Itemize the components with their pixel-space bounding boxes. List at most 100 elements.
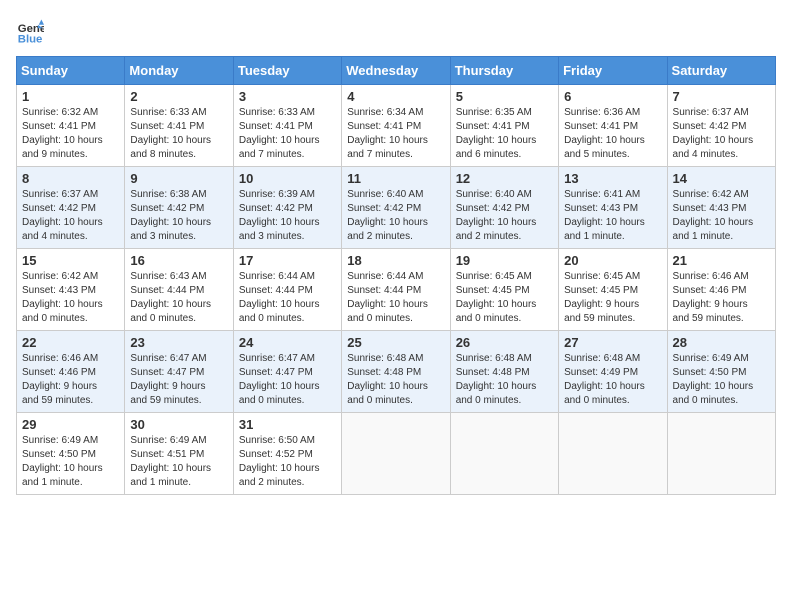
calendar-cell bbox=[559, 413, 667, 495]
day-info: Sunrise: 6:47 AM Sunset: 4:47 PM Dayligh… bbox=[130, 352, 227, 408]
day-info: Sunrise: 6:37 AM Sunset: 4:42 PM Dayligh… bbox=[673, 106, 770, 162]
calendar-cell: 30 Sunrise: 6:49 AM Sunset: 4:51 PM Dayli… bbox=[125, 413, 233, 495]
day-info: Sunrise: 6:46 AM Sunset: 4:46 PM Dayligh… bbox=[673, 270, 770, 326]
day-number: 28 bbox=[673, 335, 770, 350]
day-number: 11 bbox=[347, 171, 444, 186]
calendar-cell: 24 Sunrise: 6:47 AM Sunset: 4:47 PM Dayli… bbox=[233, 331, 341, 413]
day-number: 25 bbox=[347, 335, 444, 350]
day-header-friday: Friday bbox=[559, 57, 667, 85]
day-info: Sunrise: 6:49 AM Sunset: 4:51 PM Dayligh… bbox=[130, 434, 227, 490]
calendar-cell: 9Sunrise: 6:38 AM Sunset: 4:42 PM Daylig… bbox=[125, 167, 233, 249]
day-info: Sunrise: 6:45 AM Sunset: 4:45 PM Dayligh… bbox=[564, 270, 661, 326]
day-number: 19 bbox=[456, 253, 553, 268]
day-info: Sunrise: 6:33 AM Sunset: 4:41 PM Dayligh… bbox=[239, 106, 336, 162]
calendar-cell: 19 Sunrise: 6:45 AM Sunset: 4:45 PM Dayli… bbox=[450, 249, 558, 331]
day-info: Sunrise: 6:47 AM Sunset: 4:47 PM Dayligh… bbox=[239, 352, 336, 408]
calendar-week-2: 8 Sunrise: 6:37 AM Sunset: 4:42 PM Daylig… bbox=[17, 167, 776, 249]
day-number: 24 bbox=[239, 335, 336, 350]
day-header-saturday: Saturday bbox=[667, 57, 775, 85]
day-info: Sunrise: 6:36 AM Sunset: 4:41 PM Dayligh… bbox=[564, 106, 661, 162]
calendar-cell: 17 Sunrise: 6:44 AM Sunset: 4:44 PM Dayli… bbox=[233, 249, 341, 331]
day-info: Sunrise: 6:44 AM Sunset: 4:44 PM Dayligh… bbox=[239, 270, 336, 326]
day-number: 15 bbox=[22, 253, 119, 268]
day-info: Sunrise: 6:48 AM Sunset: 4:48 PM Dayligh… bbox=[347, 352, 444, 408]
calendar-cell: 22Sunrise: 6:46 AM Sunset: 4:46 PM Dayli… bbox=[17, 331, 125, 413]
day-header-thursday: Thursday bbox=[450, 57, 558, 85]
day-info: Sunrise: 6:39 AM Sunset: 4:42 PM Dayligh… bbox=[239, 188, 336, 244]
calendar-cell: 29 Sunrise: 6:49 AM Sunset: 4:50 PM Dayli… bbox=[17, 413, 125, 495]
day-info: Sunrise: 6:40 AM Sunset: 4:42 PM Dayligh… bbox=[347, 188, 444, 244]
day-number: 10 bbox=[239, 171, 336, 186]
calendar-body: 1 Sunrise: 6:32 AM Sunset: 4:41 PM Daylig… bbox=[17, 85, 776, 495]
calendar-cell: 8 Sunrise: 6:37 AM Sunset: 4:42 PM Daylig… bbox=[17, 167, 125, 249]
calendar-cell: 18 Sunrise: 6:44 AM Sunset: 4:44 PM Dayli… bbox=[342, 249, 450, 331]
logo: General Blue bbox=[16, 16, 48, 44]
day-number: 5 bbox=[456, 89, 553, 104]
day-number: 2 bbox=[130, 89, 227, 104]
day-number: 31 bbox=[239, 417, 336, 432]
calendar-cell: 14Sunrise: 6:42 AM Sunset: 4:43 PM Dayli… bbox=[667, 167, 775, 249]
calendar-cell: 28 Sunrise: 6:49 AM Sunset: 4:50 PM Dayli… bbox=[667, 331, 775, 413]
calendar-cell bbox=[450, 413, 558, 495]
day-header-monday: Monday bbox=[125, 57, 233, 85]
day-header-sunday: Sunday bbox=[17, 57, 125, 85]
day-info: Sunrise: 6:35 AM Sunset: 4:41 PM Dayligh… bbox=[456, 106, 553, 162]
calendar-cell: 25 Sunrise: 6:48 AM Sunset: 4:48 PM Dayli… bbox=[342, 331, 450, 413]
day-number: 12 bbox=[456, 171, 553, 186]
calendar-cell: 13Sunrise: 6:41 AM Sunset: 4:43 PM Dayli… bbox=[559, 167, 667, 249]
day-info: Sunrise: 6:44 AM Sunset: 4:44 PM Dayligh… bbox=[347, 270, 444, 326]
calendar-cell: 11 Sunrise: 6:40 AM Sunset: 4:42 PM Dayli… bbox=[342, 167, 450, 249]
calendar-cell: 7Sunrise: 6:37 AM Sunset: 4:42 PM Daylig… bbox=[667, 85, 775, 167]
day-number: 18 bbox=[347, 253, 444, 268]
day-info: Sunrise: 6:50 AM Sunset: 4:52 PM Dayligh… bbox=[239, 434, 336, 490]
day-info: Sunrise: 6:45 AM Sunset: 4:45 PM Dayligh… bbox=[456, 270, 553, 326]
calendar-cell: 26 Sunrise: 6:48 AM Sunset: 4:48 PM Dayli… bbox=[450, 331, 558, 413]
day-info: Sunrise: 6:42 AM Sunset: 4:43 PM Dayligh… bbox=[673, 188, 770, 244]
day-info: Sunrise: 6:48 AM Sunset: 4:48 PM Dayligh… bbox=[456, 352, 553, 408]
calendar-cell: 16 Sunrise: 6:43 AM Sunset: 4:44 PM Dayli… bbox=[125, 249, 233, 331]
calendar-cell: 6 Sunrise: 6:36 AM Sunset: 4:41 PM Daylig… bbox=[559, 85, 667, 167]
day-info: Sunrise: 6:40 AM Sunset: 4:42 PM Dayligh… bbox=[456, 188, 553, 244]
day-number: 21 bbox=[673, 253, 770, 268]
day-number: 16 bbox=[130, 253, 227, 268]
calendar-cell: 20 Sunrise: 6:45 AM Sunset: 4:45 PM Dayli… bbox=[559, 249, 667, 331]
calendar-cell: 23 Sunrise: 6:47 AM Sunset: 4:47 PM Dayli… bbox=[125, 331, 233, 413]
day-info: Sunrise: 6:48 AM Sunset: 4:49 PM Dayligh… bbox=[564, 352, 661, 408]
day-number: 30 bbox=[130, 417, 227, 432]
day-number: 23 bbox=[130, 335, 227, 350]
calendar-header-row: SundayMondayTuesdayWednesdayThursdayFrid… bbox=[17, 57, 776, 85]
day-number: 4 bbox=[347, 89, 444, 104]
day-header-tuesday: Tuesday bbox=[233, 57, 341, 85]
day-info: Sunrise: 6:32 AM Sunset: 4:41 PM Dayligh… bbox=[22, 106, 119, 162]
day-number: 8 bbox=[22, 171, 119, 186]
day-info: Sunrise: 6:37 AM Sunset: 4:42 PM Dayligh… bbox=[22, 188, 119, 244]
svg-text:Blue: Blue bbox=[18, 33, 43, 44]
logo-icon: General Blue bbox=[16, 16, 44, 44]
day-number: 17 bbox=[239, 253, 336, 268]
day-number: 20 bbox=[564, 253, 661, 268]
day-info: Sunrise: 6:49 AM Sunset: 4:50 PM Dayligh… bbox=[673, 352, 770, 408]
calendar-cell: 12 Sunrise: 6:40 AM Sunset: 4:42 PM Dayli… bbox=[450, 167, 558, 249]
day-number: 1 bbox=[22, 89, 119, 104]
calendar-cell: 3 Sunrise: 6:33 AM Sunset: 4:41 PM Daylig… bbox=[233, 85, 341, 167]
calendar-week-5: 29 Sunrise: 6:49 AM Sunset: 4:50 PM Dayli… bbox=[17, 413, 776, 495]
day-info: Sunrise: 6:49 AM Sunset: 4:50 PM Dayligh… bbox=[22, 434, 119, 490]
calendar-week-3: 15Sunrise: 6:42 AM Sunset: 4:43 PM Dayli… bbox=[17, 249, 776, 331]
calendar-cell: 1 Sunrise: 6:32 AM Sunset: 4:41 PM Daylig… bbox=[17, 85, 125, 167]
calendar-cell: 4 Sunrise: 6:34 AM Sunset: 4:41 PM Daylig… bbox=[342, 85, 450, 167]
calendar-cell: 10 Sunrise: 6:39 AM Sunset: 4:42 PM Dayli… bbox=[233, 167, 341, 249]
day-number: 6 bbox=[564, 89, 661, 104]
day-info: Sunrise: 6:33 AM Sunset: 4:41 PM Dayligh… bbox=[130, 106, 227, 162]
day-number: 29 bbox=[22, 417, 119, 432]
day-number: 27 bbox=[564, 335, 661, 350]
calendar-cell: 27 Sunrise: 6:48 AM Sunset: 4:49 PM Dayli… bbox=[559, 331, 667, 413]
day-number: 3 bbox=[239, 89, 336, 104]
day-number: 26 bbox=[456, 335, 553, 350]
day-info: Sunrise: 6:43 AM Sunset: 4:44 PM Dayligh… bbox=[130, 270, 227, 326]
calendar-cell: 2 Sunrise: 6:33 AM Sunset: 4:41 PM Daylig… bbox=[125, 85, 233, 167]
day-number: 13 bbox=[564, 171, 661, 186]
calendar-table: SundayMondayTuesdayWednesdayThursdayFrid… bbox=[16, 56, 776, 495]
calendar-cell: 15Sunrise: 6:42 AM Sunset: 4:43 PM Dayli… bbox=[17, 249, 125, 331]
calendar-cell: 31 Sunrise: 6:50 AM Sunset: 4:52 PM Dayli… bbox=[233, 413, 341, 495]
day-info: Sunrise: 6:34 AM Sunset: 4:41 PM Dayligh… bbox=[347, 106, 444, 162]
